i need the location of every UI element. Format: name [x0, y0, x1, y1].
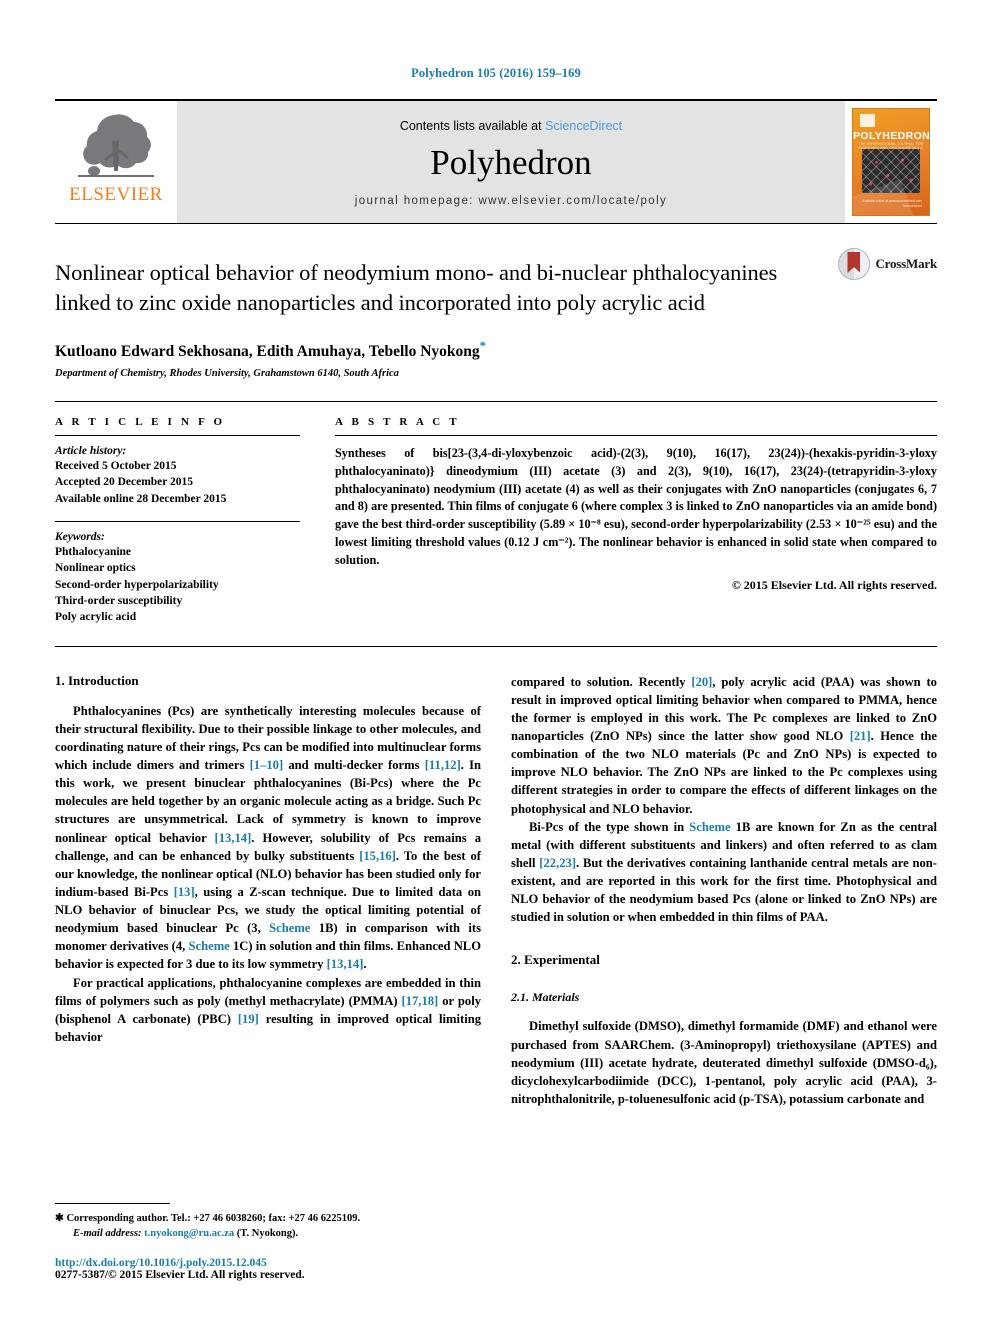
abstract-copyright: © 2015 Elsevier Ltd. All rights reserved…	[731, 577, 937, 592]
keywords-heading: Keywords:	[55, 530, 105, 543]
affiliation: Department of Chemistry, Rhodes Universi…	[55, 368, 399, 379]
info-abstract-row: A R T I C L E I N F O Article history: R…	[55, 401, 937, 626]
cover-title: POLYHEDRON	[853, 130, 930, 142]
running-head: Polyhedron 105 (2016) 159–169	[411, 66, 581, 80]
crossmark-icon	[838, 248, 871, 280]
keyword-item: Nonlinear optics	[55, 562, 136, 575]
email-note: E-mail address: t.nyokong@ru.ac.za (T. N…	[55, 1226, 481, 1241]
title-block: CrossMark Nonlinear optical behavior of …	[55, 223, 937, 379]
contents-available-line: Contents lists available at ScienceDirec…	[400, 119, 622, 133]
intro-paragraph-4: Bi-Pcs of the type shown in Scheme 1B ar…	[511, 819, 937, 925]
contents-prefix: Contents lists available at	[399, 119, 546, 133]
corresponding-author-note: ✱ Corresponding author. Tel.: +27 46 603…	[55, 1211, 481, 1226]
journal-title: Polyhedron	[430, 143, 592, 182]
elsevier-wordmark: ELSEVIER	[69, 184, 163, 205]
journal-banner: Contents lists available at ScienceDirec…	[177, 101, 845, 223]
history-available-online: Available online 28 December 2015	[55, 492, 227, 505]
journal-masthead: ELSEVIER Contents lists available at Sci…	[55, 99, 937, 223]
footnote-block: ✱ Corresponding author. Tel.: +27 46 603…	[55, 1202, 481, 1281]
journal-homepage-link[interactable]: journal homepage: www.elsevier.com/locat…	[355, 195, 667, 207]
intro-paragraph-1: Phthalocyanines (Pcs) are synthetically …	[55, 703, 482, 972]
divider	[335, 435, 937, 436]
keyword-item: Phthalocyanine	[55, 545, 132, 558]
divider	[55, 520, 300, 522]
email-label: E-mail address:	[73, 1227, 142, 1239]
materials-paragraph-1: Dimethyl sulfoxide (DMSO), dimethyl form…	[511, 1019, 937, 1106]
article-history-heading: Article history:	[55, 445, 127, 457]
page-title: Nonlinear optical behavior of neodymium …	[55, 260, 778, 315]
keywords-block: Keywords: Phthalocyanine Nonlinear optic…	[55, 520, 305, 626]
corresponding-author-marker: *	[479, 337, 487, 353]
doi-block: http://dx.doi.org/10.1016/j.poly.2015.12…	[55, 1257, 481, 1281]
abstract-label: A B S T R A C T	[335, 416, 460, 428]
intro-paragraph-3: compared to solution. Recently [20], pol…	[511, 674, 937, 816]
elsevier-tree-icon	[78, 114, 154, 177]
abstract-text: Syntheses of bis[23-(3,4-di-yloxybenzoic…	[335, 446, 937, 567]
elsevier-logo: ELSEVIER	[55, 101, 177, 223]
article-info-column: A R T I C L E I N F O Article history: R…	[55, 416, 305, 626]
paper-page: Polyhedron 105 (2016) 159–169 ELSEVIER C…	[0, 0, 992, 1323]
corresponding-author-text: Corresponding author. Tel.: +27 46 60382…	[66, 1212, 361, 1224]
cover-footer-text: Available online at www.sciencedirect.co…	[862, 199, 922, 209]
footnote-asterisk-icon: ✱	[55, 1212, 64, 1224]
article-info-label: A R T I C L E I N F O	[55, 416, 226, 428]
history-accepted: Accepted 20 December 2015	[55, 476, 194, 489]
keyword-item: Second-order hyperpolarizability	[55, 578, 219, 591]
history-received: Received 5 October 2015	[55, 460, 177, 472]
cover-publisher-logo-icon	[860, 114, 875, 127]
keyword-item: Third-order susceptibility	[55, 594, 183, 607]
footnote-divider	[55, 1202, 170, 1204]
section-heading-introduction: 1. Introduction	[55, 672, 139, 688]
author-list: Kutloano Edward Sekhosana, Edith Amuhaya…	[55, 338, 937, 361]
section-heading-experimental: 2. Experimental	[511, 952, 600, 968]
journal-cover-thumbnail: POLYHEDRON THE INTERNATIONAL JOURNAL FOR…	[845, 101, 937, 223]
body-columns: 1. Introduction Phthalocyanines (Pcs) ar…	[55, 645, 937, 1108]
author-names: Kutloano Edward Sekhosana, Edith Amuhaya…	[55, 343, 480, 360]
email-suffix: (T. Nyokong).	[234, 1227, 299, 1239]
subsection-heading-materials: 2.1. Materials	[511, 990, 580, 1005]
body-column-left: 1. Introduction Phthalocyanines (Pcs) ar…	[55, 673, 481, 1108]
crossmark-badge[interactable]: CrossMark	[838, 248, 937, 280]
email-link[interactable]: t.nyokong@ru.ac.za	[144, 1228, 234, 1239]
sciencedirect-link[interactable]: ScienceDirect	[545, 119, 622, 133]
doi-link[interactable]: http://dx.doi.org/10.1016/j.poly.2015.12…	[55, 1257, 481, 1269]
body-column-right: compared to solution. Recently [20], pol…	[511, 673, 937, 1108]
keyword-item: Poly acrylic acid	[55, 611, 137, 624]
issn-copyright: 0277-5387/© 2015 Elsevier Ltd. All right…	[55, 1269, 305, 1281]
crossmark-flag-icon	[847, 252, 861, 273]
abstract-column: A B S T R A C T Syntheses of bis[23-(3,4…	[335, 416, 937, 626]
divider	[55, 435, 300, 436]
intro-paragraph-2: For practical applications, phthalocyani…	[55, 975, 481, 1044]
crossmark-label: CrossMark	[875, 256, 937, 271]
